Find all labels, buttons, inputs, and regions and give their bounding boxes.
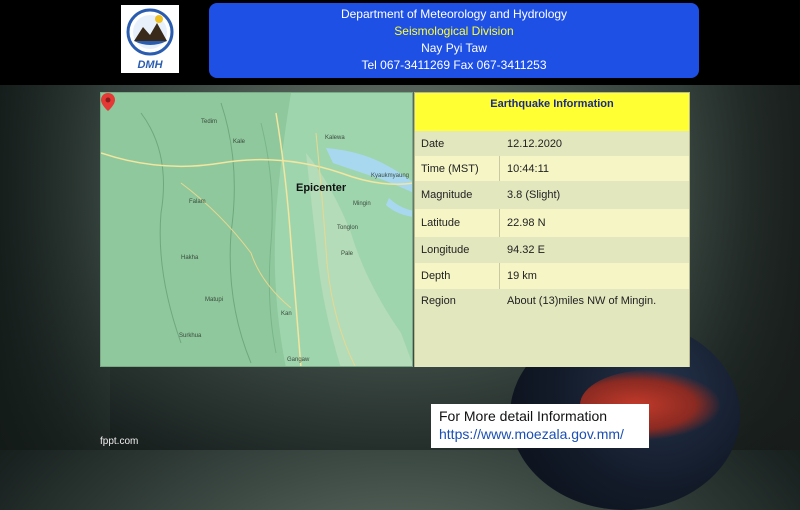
map-place-matupi: Matupi [205,297,224,303]
dmh-logo: DMH [121,5,179,73]
detail-link[interactable]: https://www.moezala.gov.mm/ [439,426,624,442]
map-place-kyaukmyaung: Kyaukmyaung [371,173,410,179]
map-place-surkhua: Surkhua [179,333,202,339]
map-terrain [101,93,412,366]
info-row-latitude: Latitude 22.98 N [415,209,689,237]
info-value: 22.98 N [507,217,546,229]
info-label: Magnitude [421,189,473,201]
contact-line: Tel 067-3411269 Fax 067-3411253 [361,58,547,72]
map-place-tedim: Tedim [201,119,218,125]
info-value: About (13)miles NW of Mingin. [507,295,657,307]
info-row-time: Time (MST) 10:44:11 [415,156,689,181]
info-row-date: Date 12.12.2020 [415,131,689,156]
info-label: Date [421,137,445,150]
map-place-kale: Kale [233,139,246,145]
info-value: 12.12.2020 [507,137,563,150]
map-place-kalewa: Kalewa [325,135,345,141]
info-value: 3.8 (Slight) [507,189,561,201]
info-row-region: Region About (13)miles NW of Mingin. [415,289,689,367]
map-place-kan: Kan [281,311,292,317]
footer-credit: fppt.com [100,436,139,447]
info-value: 19 km [507,270,537,282]
map-place-gangaw: Gangaw [287,357,310,363]
info-value: 94.32 E [507,244,545,256]
info-row-longitude: Longitude 94.32 E [415,237,689,263]
header-panel: Department of Meteorology and Hydrology … [209,3,699,78]
epicenter-map[interactable]: Tedim Kale Kalewa Falam Hakha Gangaw Min… [100,92,413,367]
dmh-logo-emblem [126,8,174,56]
map-place-falam: Falam [189,199,206,205]
info-label: Longitude [421,244,470,256]
earthquake-info-panel: Earthquake Information Date 12.12.2020 T… [414,92,690,367]
map-place-tonglon: Tonglon [337,225,359,231]
info-title: Earthquake Information [415,93,689,131]
info-row-magnitude: Magnitude 3.8 (Slight) [415,181,689,209]
info-label: Latitude [421,217,461,229]
info-label: Region [421,295,456,307]
info-label: Depth [421,270,451,282]
epicenter-label: Epicenter [296,182,347,194]
detail-info-box: For More detail Information https://www.… [431,404,649,448]
info-row-depth: Depth 19 km [415,263,689,289]
division-title: Seismological Division [394,24,514,38]
detail-caption: For More detail Information [439,408,608,424]
department-title: Department of Meteorology and Hydrology [340,7,568,21]
epicenter-pin-icon[interactable] [101,93,115,111]
info-label: Time (MST) [421,162,479,175]
map-place-pale: Pale [341,251,354,257]
logo-text: DMH [137,59,163,71]
map-place-mingin: Mingin [353,201,371,207]
city-title: Nay Pyi Taw [421,41,487,55]
map-place-hakha: Hakha [181,255,199,261]
info-value: 10:44:11 [507,162,550,175]
